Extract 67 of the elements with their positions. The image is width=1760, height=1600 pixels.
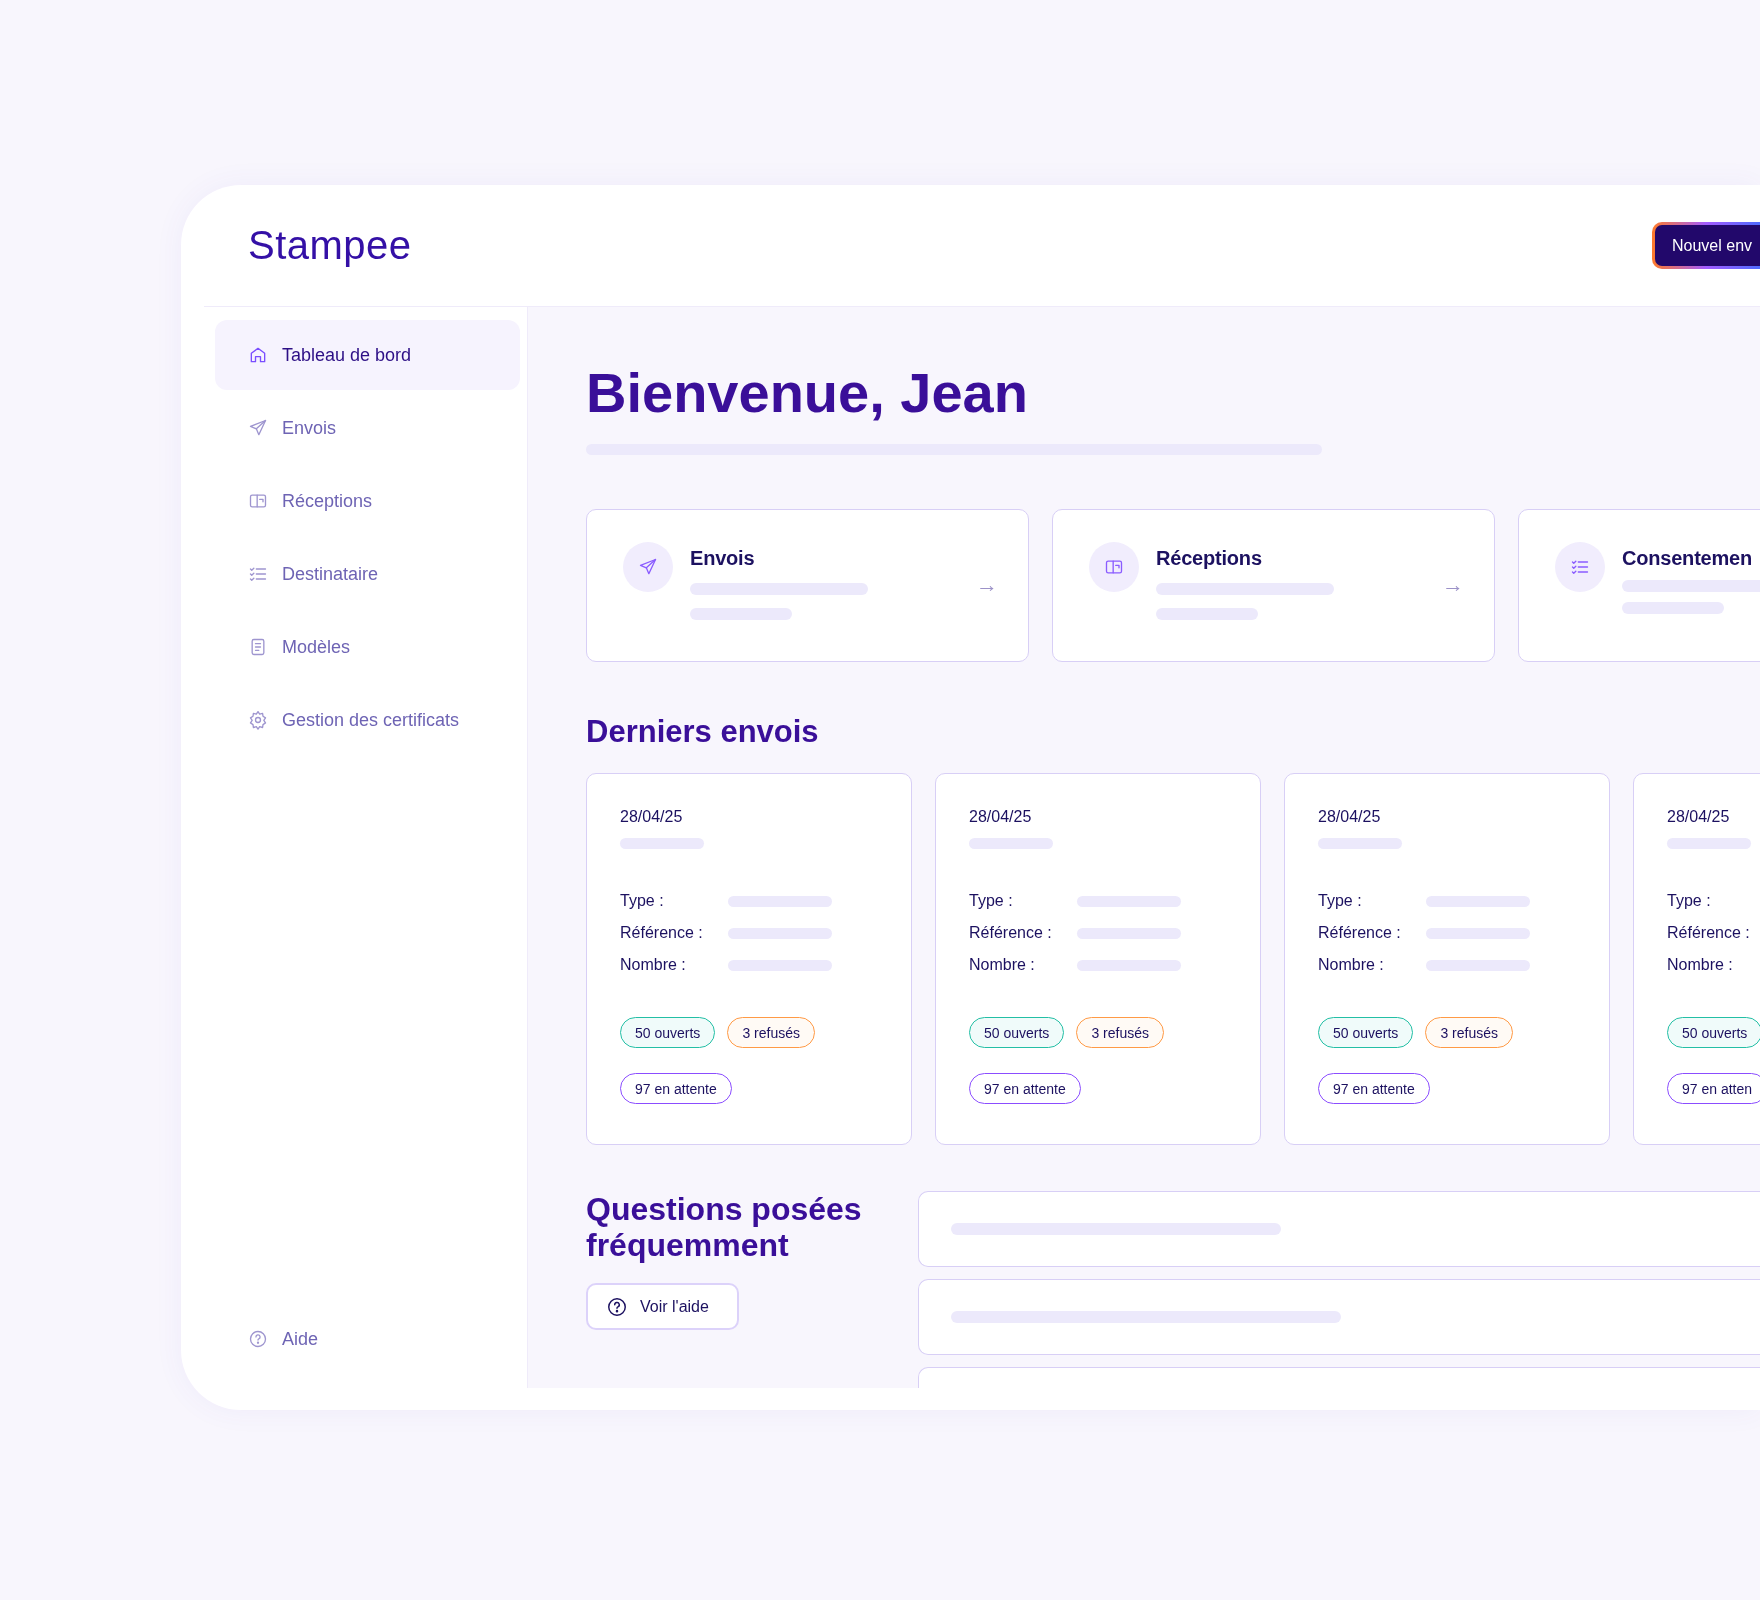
status-pill: 97 en attente (620, 1073, 732, 1104)
arrow-icon: → (1442, 572, 1464, 598)
sidebar-label: Envois (282, 417, 337, 439)
sidebar-item[interactable]: Tableau de bord (215, 320, 520, 390)
sidebar-item[interactable]: Gestion des certificats (215, 685, 520, 755)
field-label: Référence : (969, 924, 1053, 942)
field-label: Type : (1667, 892, 1712, 910)
sidebar-label: Destinataire (282, 563, 379, 585)
arrow-icon: → (976, 572, 998, 598)
sidebar-label: Gestion des certificats (282, 709, 460, 731)
status-pill: 97 en atten (1667, 1073, 1760, 1104)
status-pill: 50 ouverts (1667, 1017, 1760, 1048)
field-label: Référence : (1667, 924, 1751, 942)
field-label: Type : (1318, 892, 1363, 910)
field-label: Nombre : (969, 956, 1036, 974)
sidebar-label: Réceptions (282, 490, 373, 512)
status-pill: 50 ouverts (969, 1017, 1065, 1048)
shortcut-card[interactable]: Envois → (586, 509, 1029, 662)
faq-row[interactable] (918, 1191, 1760, 1267)
help-icon (248, 1329, 268, 1349)
paper-plane-icon (638, 557, 658, 577)
status-pill: 97 en attente (1318, 1073, 1430, 1104)
shortcut-card[interactable]: Réceptions → (1052, 509, 1495, 662)
sidebar-label: Modèles (282, 636, 351, 658)
sidebar-item[interactable]: Réceptions (215, 466, 520, 536)
status-pill: 3 refusés (727, 1017, 815, 1048)
faq-row[interactable] (918, 1279, 1760, 1355)
date-text: 28/04/25 (1667, 807, 1731, 827)
help-button[interactable]: Voir l'aide (586, 1283, 739, 1330)
sidebar-item[interactable]: Envois (215, 393, 520, 463)
date-text: 28/04/25 (969, 807, 1033, 827)
status-pill: 3 refusés (1425, 1017, 1513, 1048)
card-title: Consentemen (1622, 546, 1754, 571)
gear-icon (248, 710, 268, 730)
paper-plane-icon (248, 418, 268, 438)
field-label: Type : (969, 892, 1014, 910)
shortcut-card[interactable]: Consentemen (1518, 509, 1760, 662)
status-pill: 97 en attente (969, 1073, 1081, 1104)
logo: Stampee (248, 223, 412, 268)
send-card[interactable]: 28/04/25 Type : Référence : Nombre : 50 ouverts 97 en atten (1633, 773, 1760, 1145)
welcome-title: Bienvenue, Jean (586, 360, 1029, 426)
field-label: Nombre : (1667, 956, 1734, 974)
section-title: Questions posées fréquemment (586, 1191, 863, 1263)
field-label: Référence : (620, 924, 704, 942)
sidebar-item[interactable]: Destinataire (215, 539, 520, 609)
send-card[interactable]: 28/04/25 Type : Référence : Nombre : 50 ouverts 3 refusés 97 en attente (586, 773, 912, 1145)
field-label: Référence : (1318, 924, 1402, 942)
section-title: Derniers envois (586, 713, 820, 751)
date-text: 28/04/25 (620, 807, 684, 827)
status-pill: 50 ouverts (1318, 1017, 1414, 1048)
status-pill: 3 refusés (1076, 1017, 1164, 1048)
date-text: 28/04/25 (1318, 807, 1382, 827)
help-icon (606, 1295, 628, 1318)
home-icon (248, 345, 268, 365)
card-title: Envois (690, 546, 756, 571)
field-label: Nombre : (620, 956, 687, 974)
sidebar-item[interactable]: Aide (215, 1304, 520, 1374)
sidebar-label: Tableau de bord (282, 344, 412, 366)
send-card[interactable]: 28/04/25 Type : Référence : Nombre : 50 ouverts 3 refusés 97 en attente (935, 773, 1261, 1145)
new-send-button[interactable]: Nouvel env (1652, 222, 1760, 269)
send-card[interactable]: 28/04/25 Type : Référence : Nombre : 50 ouverts 3 refusés 97 en attente (1284, 773, 1610, 1145)
status-pill: 50 ouverts (620, 1017, 716, 1048)
field-label: Nombre : (1318, 956, 1385, 974)
card-title: Réceptions (1156, 546, 1263, 571)
sidebar-item[interactable]: Modèles (215, 612, 520, 682)
field-label: Type : (620, 892, 665, 910)
sidebar-label: Aide (282, 1328, 319, 1350)
